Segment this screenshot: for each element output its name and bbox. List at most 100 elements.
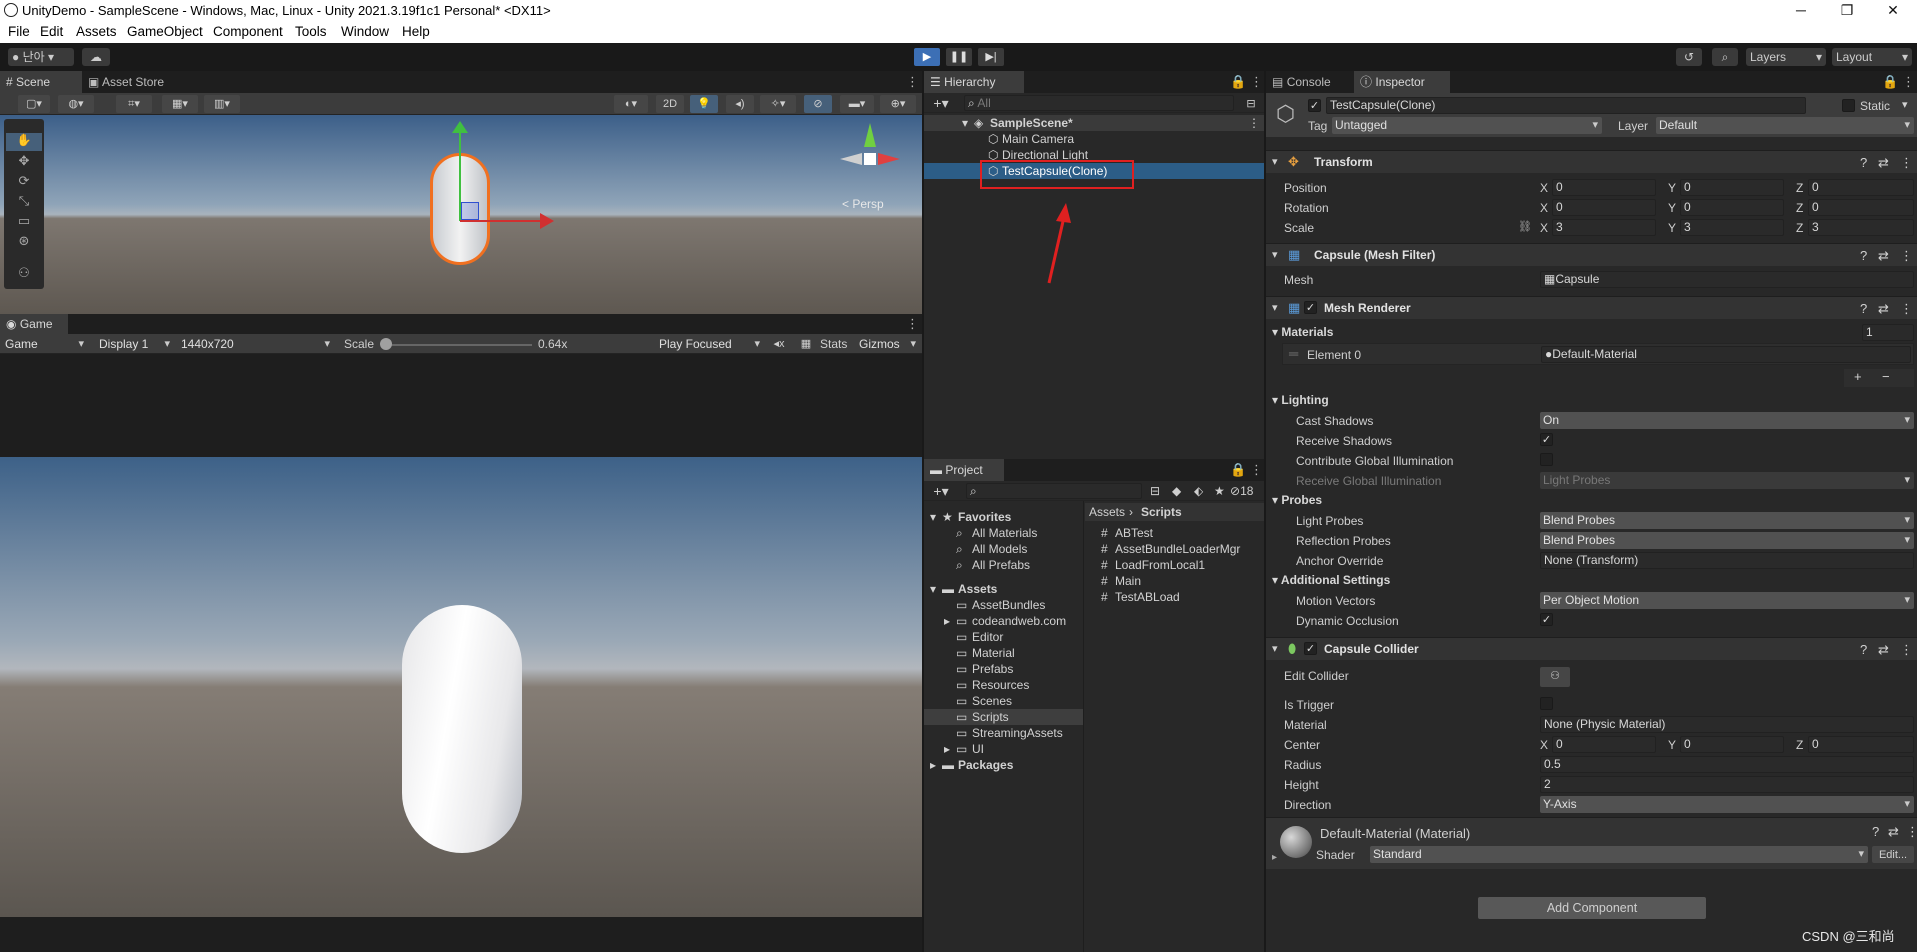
audio-icon[interactable]: ◂)	[726, 95, 754, 113]
reflection-probes-dropdown[interactable]: Blend Probes	[1540, 532, 1914, 549]
rotate-tool-icon[interactable]: ⟳	[6, 173, 42, 191]
folder-item[interactable]: ▸ ▭ UI	[924, 741, 1083, 757]
capsule-collider-header[interactable]: ▾ ⬮ ✓ Capsule Collider ? ⇄ ⋮	[1266, 637, 1917, 660]
remove-icon[interactable]: −	[1882, 369, 1890, 384]
folder-item[interactable]: ▭ Material	[924, 645, 1083, 661]
x-axis-handle[interactable]	[460, 220, 544, 222]
scale-x-field[interactable]: 3	[1552, 219, 1656, 236]
rotation-z-field[interactable]: 0	[1808, 199, 1914, 216]
additional-settings-section[interactable]: ▾ Additional Settings	[1272, 573, 1390, 587]
gizmo-globe-button[interactable]: ◍▾	[58, 95, 94, 113]
collider-material-field[interactable]: None (Physic Material)	[1540, 716, 1914, 733]
help-icon[interactable]: ?	[1860, 155, 1867, 170]
hierarchy-search[interactable]: ⌕ All	[964, 95, 1234, 111]
help-icon[interactable]: ?	[1860, 248, 1867, 263]
folder-item[interactable]: ▭ Resources	[924, 677, 1083, 693]
game-view-dropdown[interactable]: Game	[2, 336, 88, 353]
materials-count-field[interactable]: 1	[1862, 324, 1914, 341]
menu-component[interactable]: Component	[213, 24, 283, 39]
edit-shader-button[interactable]: Edit...	[1872, 846, 1914, 863]
lighting-section[interactable]: ▾ Lighting	[1272, 393, 1329, 407]
more-options-icon[interactable]: ⋮	[906, 316, 919, 332]
preset-icon[interactable]: ⇄	[1878, 155, 1889, 171]
draw-mode-button[interactable]: ▢▾	[18, 95, 50, 113]
transform-header[interactable]: ▾ ✥ Transform ? ⇄ ⋮	[1266, 150, 1917, 173]
more-options-icon[interactable]: ⋮	[1900, 155, 1913, 171]
resolution-dropdown[interactable]: 1440x720	[178, 336, 334, 353]
hand-tool-icon[interactable]: ✋	[6, 133, 42, 151]
lock-icon[interactable]: 🔒	[1882, 74, 1898, 90]
more-options-icon[interactable]: ⋮	[1900, 248, 1913, 264]
help-icon[interactable]: ?	[1860, 642, 1867, 657]
file-item[interactable]: # Main	[1085, 573, 1264, 589]
snap-button[interactable]: ⌗▾	[116, 95, 152, 113]
lighting-icon[interactable]: 💡	[690, 95, 718, 113]
play-button[interactable]: ▶	[914, 48, 940, 66]
preset-icon[interactable]: ⇄	[1878, 642, 1889, 658]
static-checkbox[interactable]	[1842, 99, 1855, 112]
cast-shadows-dropdown[interactable]: On	[1540, 412, 1914, 429]
motion-vectors-dropdown[interactable]: Per Object Motion	[1540, 592, 1914, 609]
scale-tool-icon[interactable]: ⤡	[6, 193, 42, 211]
layers-dropdown[interactable]: Layers ▾	[1746, 48, 1826, 66]
help-icon[interactable]: ?	[1860, 301, 1867, 316]
mode-2d-button[interactable]: 2D	[656, 95, 684, 113]
preset-icon[interactable]: ⇄	[1888, 824, 1899, 840]
camera-button[interactable]: ▬▾	[840, 95, 874, 113]
favorite-item[interactable]: ⌕ All Prefabs	[924, 557, 1083, 573]
element-field[interactable]: ●Default-Material	[1541, 346, 1911, 363]
hidden-count[interactable]: ⊘18	[1230, 483, 1253, 499]
direction-dropdown[interactable]: Y-Axis	[1540, 796, 1914, 813]
radius-field[interactable]: 0.5	[1540, 756, 1914, 773]
assets-row[interactable]: ▾ ▬ Assets	[924, 581, 1083, 597]
more-options-icon[interactable]: ⋮	[1902, 74, 1915, 90]
mesh-renderer-enabled-checkbox[interactable]: ✓	[1304, 301, 1317, 314]
plane-handle[interactable]	[461, 202, 479, 220]
folder-item[interactable]: ▭ AssetBundles	[924, 597, 1083, 613]
menu-assets[interactable]: Assets	[76, 24, 117, 39]
scale-y-field[interactable]: 3	[1680, 219, 1784, 236]
tab-game[interactable]: ◉ Game	[0, 314, 68, 334]
grid-button[interactable]: ▦▾	[162, 95, 198, 113]
menu-tools[interactable]: Tools	[295, 24, 327, 39]
tab-hierarchy[interactable]: ☰ Hierarchy	[924, 71, 1024, 93]
more-options-icon[interactable]: ⋮	[1906, 824, 1917, 840]
persp-label[interactable]: < Persp	[842, 197, 884, 211]
center-y-field[interactable]: 0	[1680, 736, 1784, 753]
edit-collider-button[interactable]: ⚇	[1540, 667, 1570, 687]
folder-item[interactable]: ▭ Editor	[924, 629, 1083, 645]
gizmos-dropdown[interactable]: Gizmos	[856, 336, 920, 353]
folder-item[interactable]: ▸ ▭ codeandweb.com	[924, 613, 1083, 629]
drag-handle-icon[interactable]: ═	[1289, 346, 1298, 361]
create-button[interactable]: +▾	[928, 482, 954, 500]
history-button[interactable]: ↺	[1676, 48, 1702, 66]
more-options-icon[interactable]: ⋮	[1900, 301, 1913, 317]
stats-icon[interactable]: ▦	[796, 335, 816, 353]
stats-button[interactable]: Stats	[820, 336, 847, 352]
more-options-icon[interactable]: ⋮	[1900, 642, 1913, 658]
folder-item[interactable]: ▭ Scenes	[924, 693, 1083, 709]
favorite-star-icon[interactable]: ★	[1214, 483, 1225, 499]
lock-icon[interactable]: 🔒	[1230, 462, 1246, 478]
lock-icon[interactable]: 🔒	[1230, 74, 1246, 90]
light-probes-dropdown[interactable]: Blend Probes	[1540, 512, 1914, 529]
more-options-icon[interactable]: ⋮	[1250, 462, 1263, 478]
label-tag-icon[interactable]: ⬖	[1194, 483, 1203, 499]
scale-slider[interactable]	[386, 344, 532, 346]
object-name-field[interactable]: TestCapsule(Clone)	[1326, 97, 1806, 114]
search-by-type-icon[interactable]: ⊟	[1150, 483, 1160, 499]
file-item[interactable]: # TestABLoad	[1085, 589, 1264, 605]
mute-icon[interactable]: ◂x	[768, 335, 790, 353]
help-icon[interactable]: ?	[1872, 824, 1879, 839]
receive-shadows-checkbox[interactable]: ✓	[1540, 433, 1553, 446]
pause-button[interactable]: ❚❚	[946, 48, 972, 66]
tab-project[interactable]: ▬ Project	[924, 459, 1004, 481]
height-field[interactable]: 2	[1540, 776, 1914, 793]
tab-console[interactable]: ▤ Console	[1266, 71, 1354, 93]
file-item[interactable]: # LoadFromLocal1	[1085, 557, 1264, 573]
transform-tool-icon[interactable]: ⊛	[6, 233, 42, 251]
position-z-field[interactable]: 0	[1808, 179, 1914, 196]
favorite-item[interactable]: ⌕ All Models	[924, 541, 1083, 557]
menu-window[interactable]: Window	[341, 24, 389, 39]
anchor-override-field[interactable]: None (Transform)	[1540, 552, 1914, 569]
